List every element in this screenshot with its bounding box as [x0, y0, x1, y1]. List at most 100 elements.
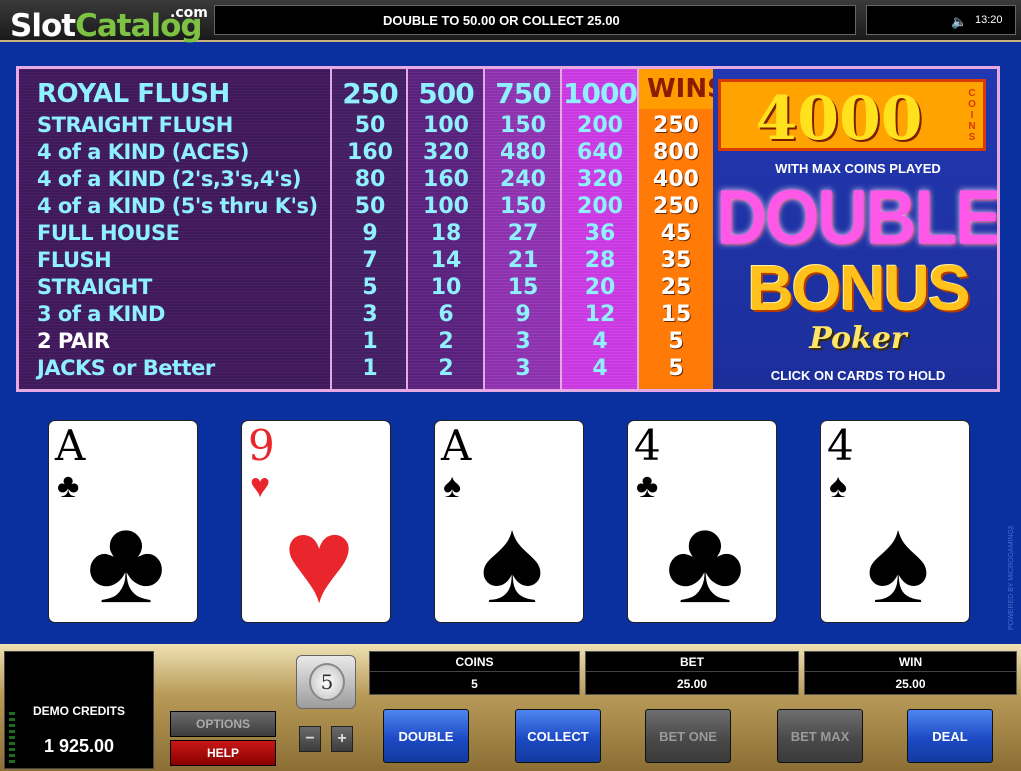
paytable-hand-name: 4 of a KIND (2's,3's,4's) [37, 167, 301, 191]
bet-meter-label: BET [680, 655, 704, 669]
bet-header: 250 [342, 77, 398, 110]
paytable-win-value: 45 [660, 221, 692, 246]
paytable-payout: 20 [584, 275, 616, 300]
spades-icon: ♠ [480, 494, 544, 622]
paytable: WINS 4000 COINS WITH MAX COINS PLAYED DO… [16, 66, 1000, 392]
paytable-payout: 320 [423, 140, 469, 165]
coin-increase-button[interactable]: + [331, 726, 353, 752]
paytable-payout: 36 [584, 221, 616, 246]
top-bar: SlotCatalog .com DOUBLE TO 50.00 OR COLL… [0, 0, 1021, 44]
clubs-icon: ♣ [636, 467, 659, 505]
paytable-payout: 10 [430, 275, 462, 300]
paytable-payout: 240 [500, 167, 546, 192]
paytable-payout: 1 [362, 329, 378, 354]
paytable-payout: 3 [515, 356, 531, 381]
clock: 13:20 [975, 14, 1003, 26]
playing-card[interactable]: A ♣ ♣ [49, 421, 197, 622]
paytable-payout: 3 [515, 329, 531, 354]
playing-card[interactable]: 4 ♠ ♠ [821, 421, 969, 622]
clubs-icon: ♣ [86, 494, 166, 622]
coin-value-selector[interactable]: 5 [296, 655, 356, 709]
clubs-icon: ♣ [665, 494, 745, 622]
bet-header: 1000 [563, 77, 638, 110]
clubs-icon: ♣ [57, 467, 80, 505]
credits-value: 1 925.00 [43, 736, 115, 756]
coins-meter-value: 5 [471, 677, 478, 691]
paytable-payout: 5 [362, 275, 378, 300]
win-meter: WIN 25.00 [804, 651, 1017, 695]
jackpot-amount: 4000 [755, 84, 923, 154]
coins-meter: COINS 5 [369, 651, 580, 695]
paytable-payout: 320 [577, 167, 623, 192]
paytable-payout: 2 [438, 329, 454, 354]
paytable-win-value: 25 [660, 275, 692, 300]
double-button[interactable]: DOUBLE [383, 709, 469, 763]
jackpot-box: 4000 COINS [718, 79, 986, 154]
hearts-icon: ♥ [283, 494, 355, 622]
paytable-payout: 480 [500, 140, 546, 165]
card-rank: A [441, 421, 472, 470]
win-meter-label: WIN [898, 655, 923, 669]
credits-label: DEMO CREDITS [32, 704, 125, 718]
paytable-payout: 7 [362, 248, 378, 273]
help-button[interactable]: HELP [170, 740, 276, 766]
options-button[interactable]: OPTIONS [170, 711, 276, 737]
paytable-payout: 12 [584, 302, 616, 327]
paytable-win-value: 15 [660, 302, 692, 327]
paytable-payout: 18 [430, 221, 462, 246]
bet-header: 500 [418, 77, 474, 110]
paytable-payout: 100 [423, 194, 469, 219]
collect-button[interactable]: COLLECT [515, 709, 601, 763]
spades-icon: ♠ [443, 467, 462, 505]
game-title-poker: Poker [809, 321, 907, 356]
paytable-win-value: 800 [653, 140, 699, 165]
paytable-payout: 21 [507, 248, 539, 273]
powered-by-text: POWERED BY MICROGAMING™ [1008, 522, 1015, 630]
win-meter-value: 25.00 [895, 677, 926, 691]
paytable-payout: 200 [577, 113, 623, 138]
coins-vertical-label: COINS [968, 88, 976, 143]
speaker-icon[interactable]: 🔈 [951, 14, 967, 30]
game-title-bonus: BONUS [747, 252, 970, 324]
paytable-hand-name: 4 of a KIND (ACES) [37, 140, 250, 164]
game-title-double: DOUBLE [716, 174, 997, 260]
paytable-payout: 14 [430, 248, 462, 273]
paytable-payout: 4 [592, 329, 608, 354]
game-promo-panel: 4000 COINS WITH MAX COINS PLAYED DOUBLE … [713, 69, 997, 389]
paytable-payout: 150 [500, 113, 546, 138]
paytable-payout: 28 [584, 248, 616, 273]
card-rank: 9 [248, 421, 275, 470]
paytable-win-value: 35 [660, 248, 692, 273]
slotcatalog-logo: SlotCatalog .com [10, 5, 208, 44]
coin-icon: 5 [309, 663, 345, 701]
paytable-hand-name: STRAIGHT FLUSH [37, 113, 233, 137]
paytable-payout: 50 [354, 194, 386, 219]
bet-one-button[interactable]: BET ONE [645, 709, 731, 763]
status-box: 🔈 13:20 [866, 5, 1016, 35]
hold-hint: CLICK ON CARDS TO HOLD [770, 368, 946, 383]
paytable-win-value: 250 [653, 113, 699, 138]
paytable-payout: 9 [515, 302, 531, 327]
paytable-hand-name: ROYAL FLUSH [37, 79, 230, 109]
playing-card[interactable]: A ♠ ♠ [435, 421, 583, 622]
card-rank: 4 [634, 421, 661, 470]
bet-meter-value: 25.00 [676, 677, 708, 691]
coin-decrease-button[interactable]: − [299, 726, 321, 752]
paytable-payout: 27 [507, 221, 539, 246]
paytable-payout: 160 [347, 140, 393, 165]
playing-card[interactable]: 4 ♣ ♣ [628, 421, 776, 622]
paytable-payout: 80 [354, 167, 386, 192]
card-rank: 4 [827, 421, 854, 470]
paytable-hand-name: 4 of a KIND (5's thru K's) [37, 194, 318, 218]
paytable-payout: 150 [500, 194, 546, 219]
hearts-icon: ♥ [250, 467, 271, 505]
paytable-payout: 160 [423, 167, 469, 192]
paytable-payout: 3 [362, 302, 378, 327]
paytable-win-value: 5 [668, 356, 684, 381]
paytable-payout: 1 [362, 356, 378, 381]
bet-max-button[interactable]: BET MAX [777, 709, 863, 763]
playing-card[interactable]: 9 ♥ ♥ [242, 421, 390, 622]
paytable-grid: WINS 4000 COINS WITH MAX COINS PLAYED DO… [19, 69, 997, 389]
message-text: DOUBLE TO 50.00 OR COLLECT 25.00 [383, 12, 620, 28]
deal-button[interactable]: DEAL [907, 709, 993, 763]
